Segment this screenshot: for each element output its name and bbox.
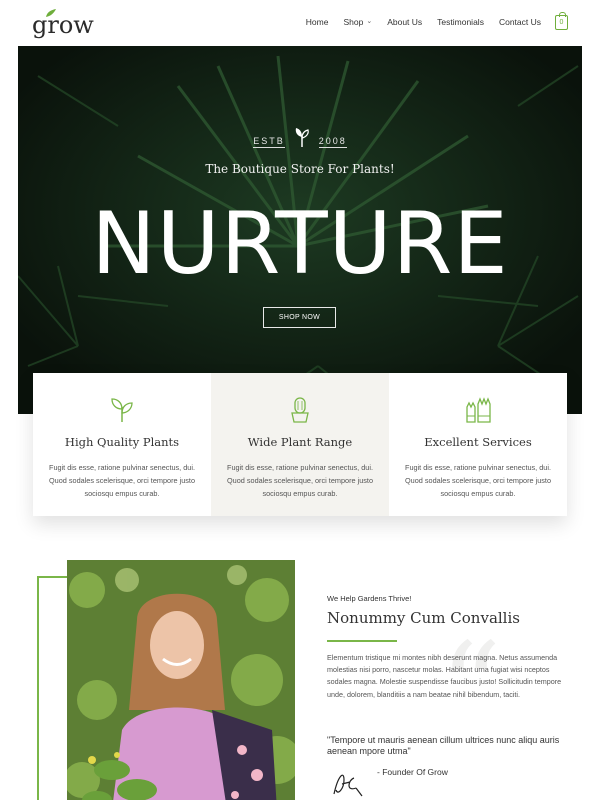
hero-title: NURTURE bbox=[91, 194, 509, 294]
hero-banner: ESTB 2008 The Boutique Store For Plants!… bbox=[18, 46, 582, 414]
feature-wide-plant-range: Wide Plant Range Fugit dis esse, ratione… bbox=[211, 373, 389, 516]
nav-contact-us[interactable]: Contact Us bbox=[499, 14, 541, 30]
feature-excellent-services: Excellent Services Fugit dis esse, ratio… bbox=[389, 373, 567, 516]
about-body: Elementum tristique mi montes nibh deser… bbox=[327, 653, 562, 699]
about-quote: "Tempore ut mauris aenean cillum ultrice… bbox=[327, 735, 560, 756]
signature-icon bbox=[333, 774, 363, 797]
cart-count: 0 bbox=[559, 18, 564, 26]
about-kicker: We Help Gardens Thrive! bbox=[327, 594, 412, 603]
woman-with-plants-image bbox=[67, 560, 295, 800]
nav-about-us[interactable]: About Us bbox=[387, 14, 422, 30]
nav-home[interactable]: Home bbox=[306, 14, 329, 30]
leaf-icon bbox=[46, 9, 56, 17]
cactus-icon bbox=[291, 397, 309, 423]
established-badge: ESTB 2008 bbox=[18, 126, 582, 148]
shop-now-button[interactable]: SHOP NOW bbox=[263, 307, 336, 328]
founder-photo bbox=[67, 560, 295, 800]
hero-tagline: The Boutique Store For Plants! bbox=[205, 162, 395, 176]
title-underline bbox=[327, 640, 397, 642]
sprout-icon bbox=[295, 128, 309, 147]
site-header: grow Home Shop ⌄ About Us Testimonials Co… bbox=[0, 0, 600, 46]
logo[interactable]: grow bbox=[32, 8, 94, 38]
nav-testimonials[interactable]: Testimonials bbox=[437, 14, 484, 30]
decorative-frame-top bbox=[37, 576, 67, 578]
feature-high-quality-plants: High Quality Plants Fugit dis esse, rati… bbox=[33, 373, 211, 516]
features-section: High Quality Plants Fugit dis esse, rati… bbox=[33, 373, 567, 516]
main-nav: Home Shop ⌄ About Us Testimonials Contact… bbox=[291, 11, 568, 30]
cart-icon[interactable]: 0 bbox=[555, 11, 568, 30]
gloves-icon bbox=[466, 397, 491, 423]
plant-icon bbox=[111, 398, 133, 422]
chevron-down-icon: ⌄ bbox=[366, 18, 373, 25]
founder-label: - Founder Of Grow bbox=[377, 767, 448, 777]
decorative-frame bbox=[37, 576, 39, 800]
nav-shop[interactable]: Shop ⌄ bbox=[343, 14, 372, 30]
logo-text: grow bbox=[32, 11, 94, 39]
